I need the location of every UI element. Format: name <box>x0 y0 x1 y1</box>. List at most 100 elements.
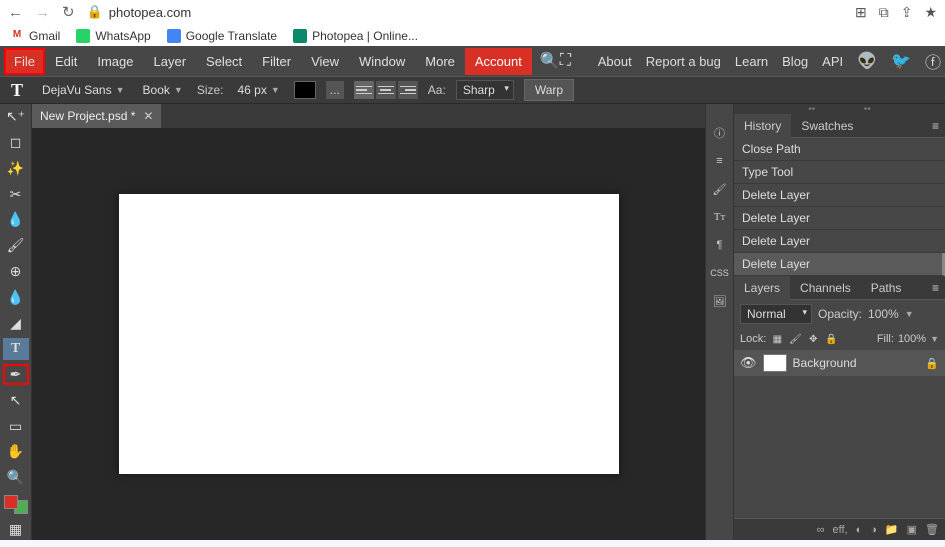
wand-tool[interactable]: ✨ <box>3 158 29 180</box>
bookmark-google-translate[interactable]: Google Translate <box>167 29 277 43</box>
history-item[interactable]: Close Path <box>734 138 945 161</box>
eraser-tool[interactable]: ◢ <box>3 312 29 334</box>
facebook-icon[interactable]: ⓕ <box>925 49 941 73</box>
history-item[interactable]: Delete Layer <box>734 184 945 207</box>
bookmark-star-icon[interactable]: ★ <box>924 4 937 21</box>
crop-tool[interactable]: ✂ <box>3 183 29 205</box>
search-icon[interactable]: 🔍 <box>540 51 560 71</box>
adjustment-layer-icon[interactable]: ◑ <box>870 524 877 536</box>
more-options-button[interactable]: ... <box>326 81 344 99</box>
reload-icon[interactable]: ↻ <box>62 3 75 21</box>
antialias-select[interactable]: Sharp <box>456 80 514 100</box>
panel-menu-icon[interactable]: ≡ <box>926 119 945 133</box>
bookmark-whatsapp[interactable]: WhatsApp <box>76 29 150 43</box>
layer-thumbnail[interactable] <box>763 354 787 372</box>
layer-row[interactable]: 👁 Background 🔒 <box>734 350 945 376</box>
menu-window[interactable]: Window <box>349 48 415 75</box>
lock-transparency-icon[interactable]: ▦ <box>770 332 784 346</box>
layer-name[interactable]: Background <box>793 356 857 370</box>
font-size-input[interactable]: 46 px▼ <box>234 81 284 99</box>
install-icon[interactable]: ⊞ <box>855 4 867 21</box>
menu-view[interactable]: View <box>301 48 349 75</box>
reddit-icon[interactable]: 👽 <box>857 51 877 71</box>
twitter-icon[interactable]: 🐦 <box>891 51 911 71</box>
lock-position-icon[interactable]: ✥ <box>806 332 820 346</box>
canvas[interactable] <box>119 194 619 474</box>
color-picker[interactable] <box>4 495 28 515</box>
delete-layer-icon[interactable]: 🗑 <box>925 523 939 536</box>
menu-more[interactable]: More <box>415 48 465 75</box>
move-tool[interactable]: ↖⁺ <box>3 106 29 128</box>
menu-edit[interactable]: Edit <box>45 48 87 75</box>
gallery-panel-icon[interactable]: 🖼 <box>709 290 731 312</box>
history-item[interactable]: Delete Layer <box>734 230 945 253</box>
rectangle-tool[interactable]: ▭ <box>3 415 29 437</box>
tab-swatches[interactable]: Swatches <box>791 114 863 138</box>
blend-mode-select[interactable]: Normal <box>740 304 812 324</box>
history-item[interactable]: Delete Layer <box>734 207 945 230</box>
menu-image[interactable]: Image <box>87 48 143 75</box>
menu-layer[interactable]: Layer <box>144 48 197 75</box>
link-report-bug[interactable]: Report a bug <box>646 54 721 69</box>
tab-layers[interactable]: Layers <box>734 276 790 300</box>
opacity-value[interactable]: 100% <box>868 307 899 321</box>
close-tab-icon[interactable]: ✕ <box>143 109 153 123</box>
layer-locked-icon[interactable]: 🔒 <box>925 357 939 370</box>
text-color-swatch[interactable] <box>294 81 316 99</box>
caret-icon[interactable]: ▼ <box>905 309 914 319</box>
info-panel-icon[interactable]: ⓘ <box>709 122 731 144</box>
hand-tool[interactable]: ✋ <box>3 441 29 463</box>
paragraph-panel-icon[interactable]: ¶ <box>709 234 731 256</box>
align-right-button[interactable] <box>398 81 418 99</box>
brush-panel-icon[interactable]: 🖌 <box>709 178 731 200</box>
caret-icon[interactable]: ▼ <box>930 334 939 344</box>
history-item[interactable]: Delete Layer <box>734 253 945 276</box>
forward-icon[interactable]: → <box>35 4 50 21</box>
history-item[interactable]: Type Tool <box>734 161 945 184</box>
align-left-button[interactable] <box>354 81 374 99</box>
link-layers-icon[interactable]: ∞ <box>817 524 825 536</box>
lock-all-icon[interactable]: 🔒 <box>824 332 838 346</box>
eyedropper-tool[interactable]: 💧 <box>3 209 29 231</box>
address-bar[interactable]: 🔒 photopea.com <box>87 4 192 20</box>
document-tab[interactable]: New Project.psd * ✕ <box>32 104 161 128</box>
zoom-tool[interactable]: 🔍 <box>3 467 29 489</box>
path-select-tool[interactable]: ↖ <box>3 389 29 411</box>
character-panel-icon[interactable]: Tт <box>709 206 731 228</box>
panel-drag-handle[interactable]: •••• <box>734 104 945 114</box>
back-icon[interactable]: ← <box>8 4 23 21</box>
lock-pixels-icon[interactable]: 🖌 <box>788 332 802 346</box>
menu-file[interactable]: File <box>4 48 45 75</box>
extension-icon[interactable]: ⧉ <box>879 4 889 21</box>
share-icon[interactable]: ⇪ <box>901 4 913 21</box>
fill-value[interactable]: 100% <box>898 333 926 345</box>
tab-history[interactable]: History <box>734 114 791 138</box>
clone-tool[interactable]: ⊕ <box>3 261 29 283</box>
pen-tool[interactable]: ✒ <box>3 364 29 386</box>
layer-mask-icon[interactable]: ◐ <box>856 524 863 536</box>
font-weight-select[interactable]: Book▼ <box>139 81 187 99</box>
menu-filter[interactable]: Filter <box>252 48 301 75</box>
type-tool[interactable]: T <box>3 338 29 360</box>
tab-paths[interactable]: Paths <box>861 276 912 300</box>
bookmark-photopea[interactable]: Photopea | Online... <box>293 29 418 43</box>
menu-account[interactable]: Account <box>465 48 532 75</box>
quickmask-tool[interactable]: ▦ <box>3 518 29 540</box>
align-center-button[interactable] <box>376 81 396 99</box>
link-blog[interactable]: Blog <box>782 54 808 69</box>
menu-select[interactable]: Select <box>196 48 252 75</box>
layer-visibility-icon[interactable]: 👁 <box>740 355 757 371</box>
foreground-color[interactable] <box>4 495 18 509</box>
font-family-select[interactable]: DejaVu Sans▼ <box>38 81 129 99</box>
layer-effects-icon[interactable]: eff, <box>833 524 848 536</box>
bookmark-gmail[interactable]: M Gmail <box>10 29 60 43</box>
link-about[interactable]: About <box>598 54 632 69</box>
canvas-viewport[interactable] <box>32 128 705 540</box>
marquee-tool[interactable]: ◻ <box>3 132 29 154</box>
tab-channels[interactable]: Channels <box>790 276 861 300</box>
link-learn[interactable]: Learn <box>735 54 768 69</box>
brush-tool[interactable]: 🖌 <box>3 235 29 257</box>
blur-tool[interactable]: 💧 <box>3 286 29 308</box>
histogram-panel-icon[interactable]: ≡ <box>709 150 731 172</box>
panel-menu-icon[interactable]: ≡ <box>926 281 945 295</box>
